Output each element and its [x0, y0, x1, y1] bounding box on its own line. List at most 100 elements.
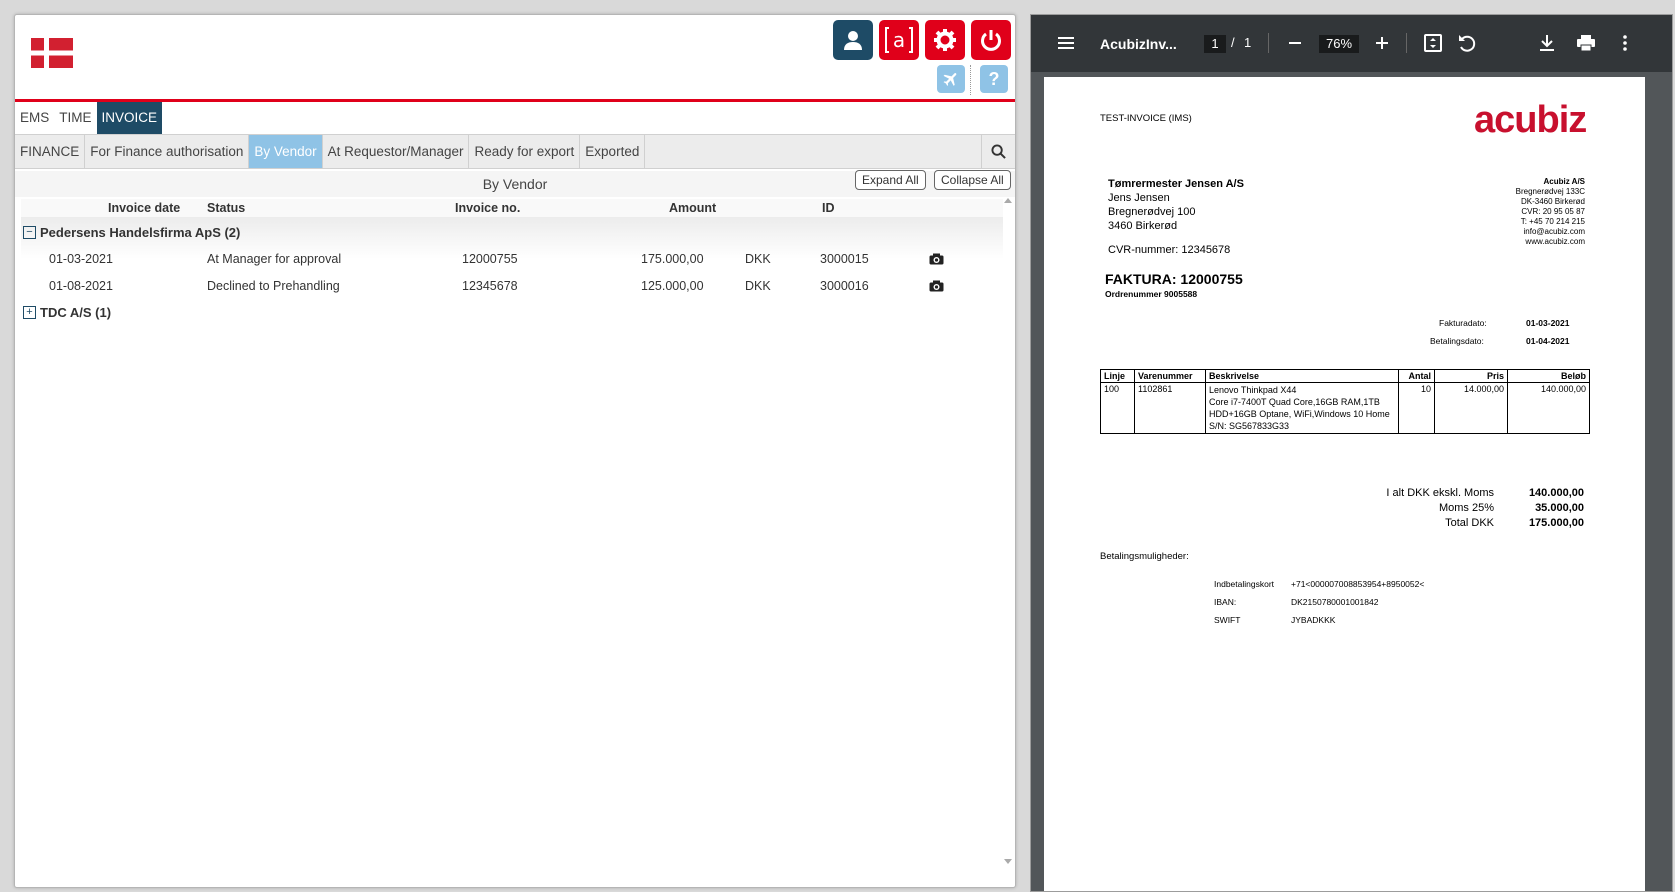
zoom-input[interactable]: 76% — [1319, 35, 1359, 53]
tab-ready-for-export[interactable]: Ready for export — [469, 135, 581, 168]
col-amount[interactable]: Amount — [669, 201, 716, 215]
settings-button[interactable] — [925, 20, 965, 60]
collapse-toggle-icon[interactable]: − — [23, 226, 36, 239]
table-scrollbar[interactable] — [1002, 197, 1014, 865]
main-tabs: EMS TIME INVOICE — [15, 102, 1015, 134]
expand-all-button[interactable]: Expand All — [855, 170, 926, 190]
tab-by-vendor[interactable]: By Vendor — [249, 135, 323, 168]
totals-values: 140.000,00 35.000,00 175.000,00 — [1494, 486, 1584, 531]
cell-status: Declined to Prehandling — [207, 279, 340, 293]
rotate-icon[interactable] — [1456, 32, 1478, 54]
payment-label: Indbetalingskort — [1214, 579, 1275, 589]
expand-toggle-icon[interactable]: + — [23, 306, 36, 319]
col-invoice-date[interactable]: Invoice date — [108, 201, 180, 215]
download-icon[interactable] — [1536, 32, 1558, 54]
acubiz-icon: a — [885, 27, 913, 53]
fit-page-icon[interactable] — [1422, 32, 1444, 54]
plane-icon — [943, 73, 957, 86]
cell-date: 01-03-2021 — [49, 252, 113, 266]
total-label: Moms 25% — [1438, 502, 1494, 514]
toolbar-divider — [1268, 33, 1269, 53]
line-description: Lenovo Thinkpad X44 Core i7-7400T Quad C… — [1205, 382, 1399, 434]
description-line: HDD+16GB Optane, WiFi,Windows 10 Home — [1209, 409, 1390, 419]
help-icon: ? — [988, 68, 1000, 89]
payment-values: +71<000007008853954+8950052< DK215078000… — [1291, 575, 1424, 629]
line-header: Varenummer — [1134, 369, 1206, 383]
line-header: Beløb — [1507, 369, 1590, 383]
logout-button[interactable] — [971, 20, 1011, 60]
page-number-input[interactable]: 1 — [1204, 35, 1226, 53]
invoice-number-title: FAKTURA: 12000755 — [1105, 271, 1243, 287]
sender-line: DK-3460 Birkerød — [1520, 197, 1585, 206]
description-line: S/N: SG567833G33 — [1209, 421, 1290, 431]
camera-icon[interactable] — [929, 280, 944, 292]
sender-name: Acubiz A/S — [1543, 177, 1585, 186]
pdf-page: TEST-INVOICE (IMS) acubiz Tømrermester J… — [1044, 77, 1645, 891]
pdf-viewer-panel: AcubizInv... 1 / 1 76% TEST-INVOICE (IMS… — [1030, 14, 1673, 892]
gear-icon — [934, 29, 956, 51]
menu-icon[interactable] — [1055, 32, 1077, 54]
recipient-line: Jens Jensen — [1108, 192, 1170, 204]
table-header: Invoice date Status Invoice no. Amount I… — [21, 199, 1003, 217]
zoom-out-icon[interactable] — [1284, 32, 1306, 54]
col-invoice-no[interactable]: Invoice no. — [455, 201, 520, 215]
print-icon[interactable] — [1575, 32, 1597, 54]
cell-invoice-no: 12345678 — [462, 279, 518, 293]
group-tdc[interactable]: + TDC A/S (1) — [23, 305, 111, 320]
payment-label: IBAN: — [1214, 597, 1237, 607]
tab-finance[interactable]: FINANCE — [15, 135, 86, 168]
recipient-line: 3460 Birkerød — [1108, 220, 1178, 232]
search-icon — [991, 144, 1006, 159]
app-header: a ? — [15, 15, 1015, 102]
sub-tabs: FINANCE For Finance authorisation By Ven… — [15, 134, 1015, 169]
tab-exported[interactable]: Exported — [580, 135, 646, 168]
group-pedersens[interactable]: − Pedersens Handelsfirma ApS (2) — [23, 225, 240, 240]
line-header: Antal — [1398, 369, 1435, 383]
tab-finance-authorisation[interactable]: For Finance authorisation — [85, 135, 250, 168]
payment-label: SWIFT — [1214, 615, 1241, 625]
toolbar-divider — [1406, 33, 1407, 53]
group-name: TDC A/S (1) — [40, 305, 112, 320]
tab-requestor-manager[interactable]: At Requestor/Manager — [323, 135, 470, 168]
table-row[interactable]: 01-03-2021 At Manager for approval 12000… — [21, 250, 1003, 274]
sender-line: CVR: 20 95 05 87 — [1521, 207, 1585, 216]
col-status[interactable]: Status — [207, 201, 245, 215]
due-date-label: Betalingsdato: — [1430, 336, 1484, 346]
help-button[interactable]: ? — [980, 65, 1008, 93]
tab-ems[interactable]: EMS — [15, 102, 54, 134]
power-icon — [981, 30, 1001, 51]
cell-currency: DKK — [745, 279, 771, 293]
svg-text:a: a — [893, 28, 905, 52]
acubiz-logo: acubiz — [1474, 99, 1587, 141]
tab-time[interactable]: TIME — [54, 102, 96, 134]
sender-line: Bregnerødvej 133C — [1515, 187, 1585, 196]
tab-invoice[interactable]: INVOICE — [96, 102, 163, 134]
due-date-value: 01-04-2021 — [1526, 336, 1570, 346]
travel-button[interactable] — [937, 65, 965, 93]
acubiz-button[interactable]: a — [879, 20, 919, 60]
line-header: Pris — [1434, 369, 1508, 383]
total-value: 175.000,00 — [1528, 517, 1584, 529]
user-profile-button[interactable] — [833, 20, 873, 60]
search-button[interactable] — [981, 135, 1015, 168]
header-divider — [970, 65, 971, 95]
cell-id: 3000015 — [820, 252, 869, 266]
table-row[interactable]: 01-08-2021 Declined to Prehandling 12345… — [21, 277, 1003, 301]
recipient-line: Bregnerødvej 100 — [1108, 206, 1196, 218]
scroll-down-icon[interactable] — [1004, 859, 1012, 865]
cell-amount: 175.000,00 — [641, 252, 704, 266]
pdf-toolbar: AcubizInv... 1 / 1 76% — [1031, 15, 1672, 72]
collapse-all-button[interactable]: Collapse All — [934, 170, 1011, 190]
camera-icon[interactable] — [929, 253, 944, 265]
more-options-icon[interactable] — [1614, 32, 1636, 54]
cell-date: 01-08-2021 — [49, 279, 113, 293]
line-cell: 140.000,00 — [1507, 382, 1590, 434]
payment-value: +71<000007008853954+8950052< — [1291, 579, 1425, 589]
scroll-up-icon[interactable] — [1004, 197, 1012, 203]
group-name: Pedersens Handelsfirma ApS (2) — [40, 225, 241, 240]
col-id[interactable]: ID — [822, 201, 835, 215]
zoom-in-icon[interactable] — [1371, 32, 1393, 54]
danish-flag-icon[interactable] — [31, 38, 73, 68]
payment-labels: Indbetalingskort IBAN: SWIFT — [1214, 575, 1274, 629]
order-number: Ordrenummer 9005588 — [1105, 289, 1198, 299]
